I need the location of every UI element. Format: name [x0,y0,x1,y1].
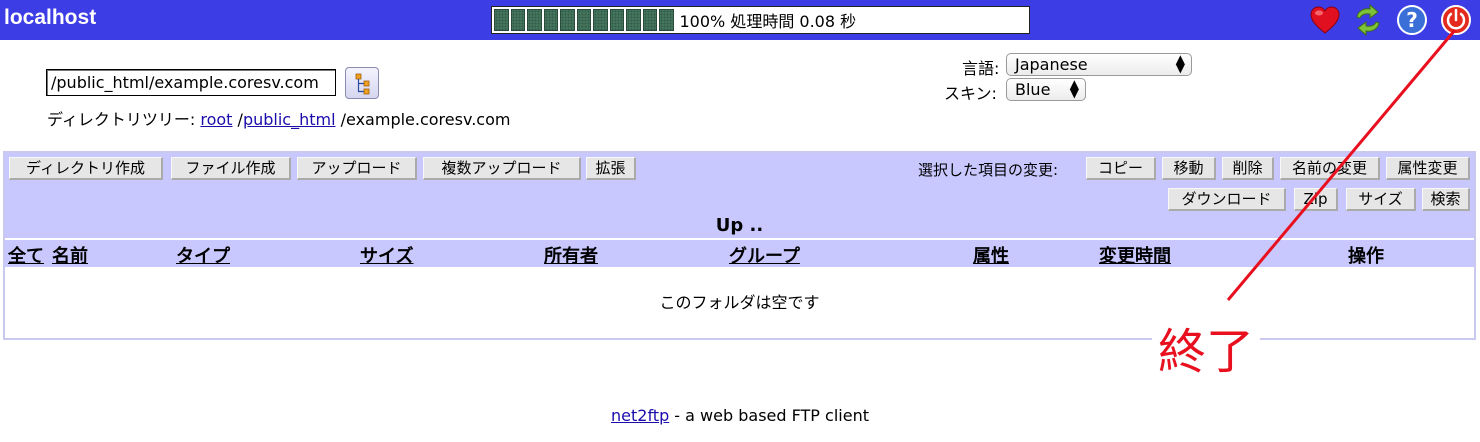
logout-power-icon[interactable] [1440,4,1472,36]
up-directory-link[interactable]: Up .. [5,213,1474,238]
breadcrumb-label: ディレクトリツリー: [47,110,196,129]
column-permissions[interactable]: 属性 [973,242,1009,268]
progress-fill [492,7,676,33]
language-label: 言語: [962,59,1000,78]
language-select[interactable]: Japanese ▲ ▼ [1006,53,1192,76]
breadcrumb: ディレクトリツリー: root /public_html /example.co… [47,106,510,130]
footer-text: - a web based FTP client [669,406,869,425]
listing-header: 全て 名前 タイプ サイズ 所有者 グループ 属性 変更時間 操作 [5,240,1474,267]
column-type[interactable]: タイプ [176,242,230,268]
net2ftp-link[interactable]: net2ftp [611,406,669,425]
create-directory-button[interactable]: ディレクトリ作成 [9,157,163,180]
crumb-public-html-link[interactable]: public_html [243,110,336,129]
skin-label: スキン: [944,84,997,103]
column-actions: 操作 [1348,246,1384,267]
annotation-label: 終了 [1152,312,1261,382]
column-group[interactable]: グループ [729,242,800,268]
column-size[interactable]: サイズ [360,242,413,268]
select-arrows-icon: ▲ ▼ [1069,77,1079,100]
upload-button[interactable]: アップロード [297,157,417,180]
crumb-root-link[interactable]: root [200,110,232,129]
multi-upload-button[interactable]: 複数アップロード [423,157,581,180]
rename-button[interactable]: 名前の変更 [1280,157,1380,180]
directory-tree-icon [355,73,370,95]
size-button[interactable]: サイズ [1346,188,1416,211]
directory-tree-button[interactable] [345,67,379,99]
column-owner[interactable]: 所有者 [544,242,598,268]
language-select-value: Japanese [1015,55,1088,74]
column-select-all[interactable]: 全て [8,242,44,268]
host-title: localhost [4,6,97,29]
top-bar: localhost 100% 処理時間 0.08 秒 ? [0,0,1480,40]
skin-select[interactable]: Blue ▲ ▼ [1006,78,1086,101]
footer: net2ftp - a web based FTP client [0,406,1480,425]
search-button[interactable]: 検索 [1422,188,1470,211]
progress-text: 100% 処理時間 0.08 秒 [679,12,857,31]
create-file-button[interactable]: ファイル作成 [171,157,291,180]
column-name[interactable]: 名前 [52,242,88,268]
select-arrows-icon: ▲ ▼ [1175,52,1185,75]
bookmark-heart-icon[interactable] [1309,4,1341,36]
crumb-current: /example.coresv.com [340,110,511,129]
svg-text:?: ? [1406,8,1418,32]
action-toolbar: ディレクトリ作成 ファイル作成 アップロード 複数アップロード 拡張 選択した項… [5,153,1474,213]
path-input[interactable] [46,69,336,96]
refresh-icon[interactable] [1352,4,1384,36]
copy-button[interactable]: コピー [1086,157,1156,180]
delete-button[interactable]: 削除 [1222,157,1274,180]
help-icon[interactable]: ? [1396,4,1428,36]
empty-folder-message: このフォルダは空です [659,293,820,312]
move-button[interactable]: 移動 [1162,157,1216,180]
extensions-button[interactable]: 拡張 [586,157,636,180]
chmod-button[interactable]: 属性変更 [1386,157,1470,180]
skin-select-value: Blue [1015,80,1051,99]
download-button[interactable]: ダウンロード [1168,188,1286,211]
progress-bar: 100% 処理時間 0.08 秒 [491,6,1030,34]
selected-items-label: 選択した項目の変更: [918,161,1059,179]
zip-button[interactable]: Zip [1294,188,1338,211]
column-modified[interactable]: 変更時間 [1099,242,1171,268]
